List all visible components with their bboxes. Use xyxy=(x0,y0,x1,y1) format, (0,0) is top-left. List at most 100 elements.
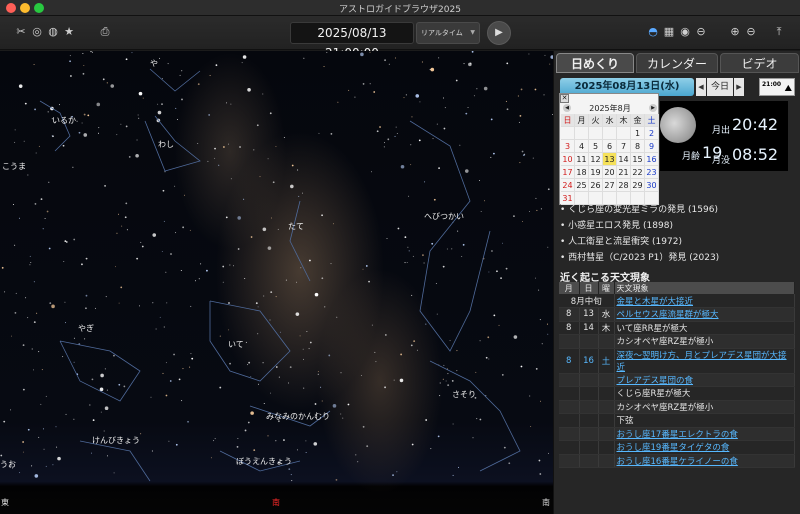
calendar-day[interactable]: 31 xyxy=(561,192,575,205)
datetime-display[interactable]: 2025/08/13 21:00:00 xyxy=(290,22,414,60)
star xyxy=(207,160,209,162)
star xyxy=(14,141,16,143)
close-icon[interactable]: ✕ xyxy=(560,94,569,103)
calendar-grid: 日月火水木金土 1 2 3 4 5 6 7 8 9 10 11 12 13 14 15 16 17 18 19 20 21… xyxy=(561,114,659,205)
calendar-day[interactable]: 23 xyxy=(645,166,659,179)
sky-view-button[interactable]: 21:00 ⛰ xyxy=(759,78,795,96)
calendar-day[interactable]: 21 xyxy=(617,166,631,179)
calendar-day[interactable]: 24 xyxy=(561,179,575,192)
ring-planet-icon[interactable]: ⊖ xyxy=(694,25,708,39)
calendar-day[interactable]: 19 xyxy=(589,166,603,179)
tab-calendar[interactable]: カレンダー xyxy=(636,53,718,73)
star xyxy=(125,125,128,128)
star xyxy=(121,225,123,227)
star xyxy=(518,121,520,123)
star xyxy=(10,409,12,411)
star xyxy=(416,349,418,351)
star xyxy=(433,198,436,201)
calendar-day[interactable]: 1 xyxy=(631,127,645,140)
star xyxy=(360,374,362,376)
star xyxy=(89,404,91,406)
star xyxy=(87,114,90,117)
calendar-day xyxy=(617,192,631,205)
calendar-day[interactable]: 26 xyxy=(589,179,603,192)
event-link[interactable]: プレアデス星団の食 xyxy=(617,376,694,386)
star xyxy=(118,302,120,304)
star xyxy=(330,263,332,265)
cell-day xyxy=(579,334,599,349)
calendar-day[interactable]: 28 xyxy=(617,179,631,192)
zoom-in-icon[interactable]: ⊕ xyxy=(728,25,742,39)
scissors-icon[interactable]: ✂ xyxy=(14,25,28,39)
prev-month-button[interactable]: ◀ xyxy=(563,104,571,112)
star xyxy=(181,70,183,72)
calendar-day[interactable]: 27 xyxy=(603,179,617,192)
event-link[interactable]: 金星と木星が大接近 xyxy=(617,297,694,307)
star xyxy=(52,464,54,466)
star xyxy=(302,348,304,350)
event-link[interactable]: ペルセウス座流星群が極大 xyxy=(617,310,719,320)
grid-icon[interactable]: ▦ xyxy=(662,25,676,39)
event-link[interactable]: おうし座17番星エレクトラの食 xyxy=(617,430,738,440)
calendar-day[interactable]: 6 xyxy=(603,140,617,153)
star xyxy=(69,60,71,63)
star xyxy=(250,411,254,415)
star xyxy=(539,400,541,402)
printer-icon[interactable]: ⎙ xyxy=(98,25,112,39)
event-link[interactable]: 深夜～翌明け方、月とプレアデス星団が大接近 xyxy=(617,351,787,373)
event-link[interactable]: おうし座19番星タイゲタの食 xyxy=(617,443,730,453)
calendar-day[interactable]: 9 xyxy=(645,140,659,153)
calendar-day[interactable]: 20 xyxy=(603,166,617,179)
star xyxy=(272,181,275,184)
star xyxy=(408,250,410,252)
star xyxy=(309,341,312,344)
calendar-day[interactable]: 11 xyxy=(575,153,589,166)
cell-month xyxy=(559,413,580,428)
calendar-day[interactable]: 3 xyxy=(561,140,575,153)
star xyxy=(425,419,428,421)
next-month-button[interactable]: ▶ xyxy=(649,104,657,112)
calendar-day[interactable]: 17 xyxy=(561,166,575,179)
calendar-day[interactable]: 4 xyxy=(575,140,589,153)
dome-icon[interactable]: ◓ xyxy=(646,25,660,39)
prev-day-button[interactable]: ◀ xyxy=(696,78,706,96)
calendar-day[interactable]: 12 xyxy=(589,153,603,166)
history-item: • 西村彗星（C/2023 P1）発見 (2023) xyxy=(560,253,720,263)
constellation-label: うお xyxy=(0,460,16,469)
calendar-day[interactable]: 7 xyxy=(617,140,631,153)
calendar-day[interactable]: 2 xyxy=(645,127,659,140)
time-mode-select[interactable]: リアルタイム ▼ xyxy=(416,22,480,44)
calendar-day[interactable]: 5 xyxy=(589,140,603,153)
expand-icon[interactable]: ⤒ xyxy=(772,25,786,39)
zoom-out-icon[interactable]: ⊖ xyxy=(744,25,758,39)
star-icon[interactable]: ★ xyxy=(62,25,76,39)
calendar-day[interactable]: 15 xyxy=(631,153,645,166)
star xyxy=(445,380,447,382)
sky-view-time: 21:00 xyxy=(762,81,782,88)
star xyxy=(161,103,163,106)
calendar-day[interactable]: 14 xyxy=(617,153,631,166)
calendar-day[interactable]: 16 xyxy=(645,153,659,166)
star xyxy=(522,220,524,222)
planet-icon[interactable]: ◍ xyxy=(46,25,60,39)
globe-icon[interactable]: ◉ xyxy=(678,25,692,39)
swirl-icon[interactable]: ◎ xyxy=(30,25,44,39)
tab-daily[interactable]: 日めくり xyxy=(556,53,634,73)
calendar-day[interactable]: 30 xyxy=(645,179,659,192)
calendar-day[interactable]: 22 xyxy=(631,166,645,179)
star xyxy=(22,344,25,347)
calendar-day[interactable]: 8 xyxy=(631,140,645,153)
tab-video[interactable]: ビデオ xyxy=(720,53,799,73)
calendar-day[interactable]: 29 xyxy=(631,179,645,192)
event-link[interactable]: おうし座16番星ケライノーの食 xyxy=(617,457,738,467)
today-button[interactable]: 今日 xyxy=(707,78,733,96)
sky-map[interactable]: や いるか わし こうま へびつかい たて やぎ いて さそり みなみのかんむり… xyxy=(0,51,553,514)
play-button[interactable]: ▶ xyxy=(487,21,511,45)
constellation-line xyxy=(289,200,311,282)
calendar-day[interactable]: 13 xyxy=(603,153,617,166)
next-day-button[interactable]: ▶ xyxy=(734,78,744,96)
calendar-day[interactable]: 18 xyxy=(575,166,589,179)
star xyxy=(116,232,118,234)
calendar-day[interactable]: 25 xyxy=(575,179,589,192)
calendar-day[interactable]: 10 xyxy=(561,153,575,166)
